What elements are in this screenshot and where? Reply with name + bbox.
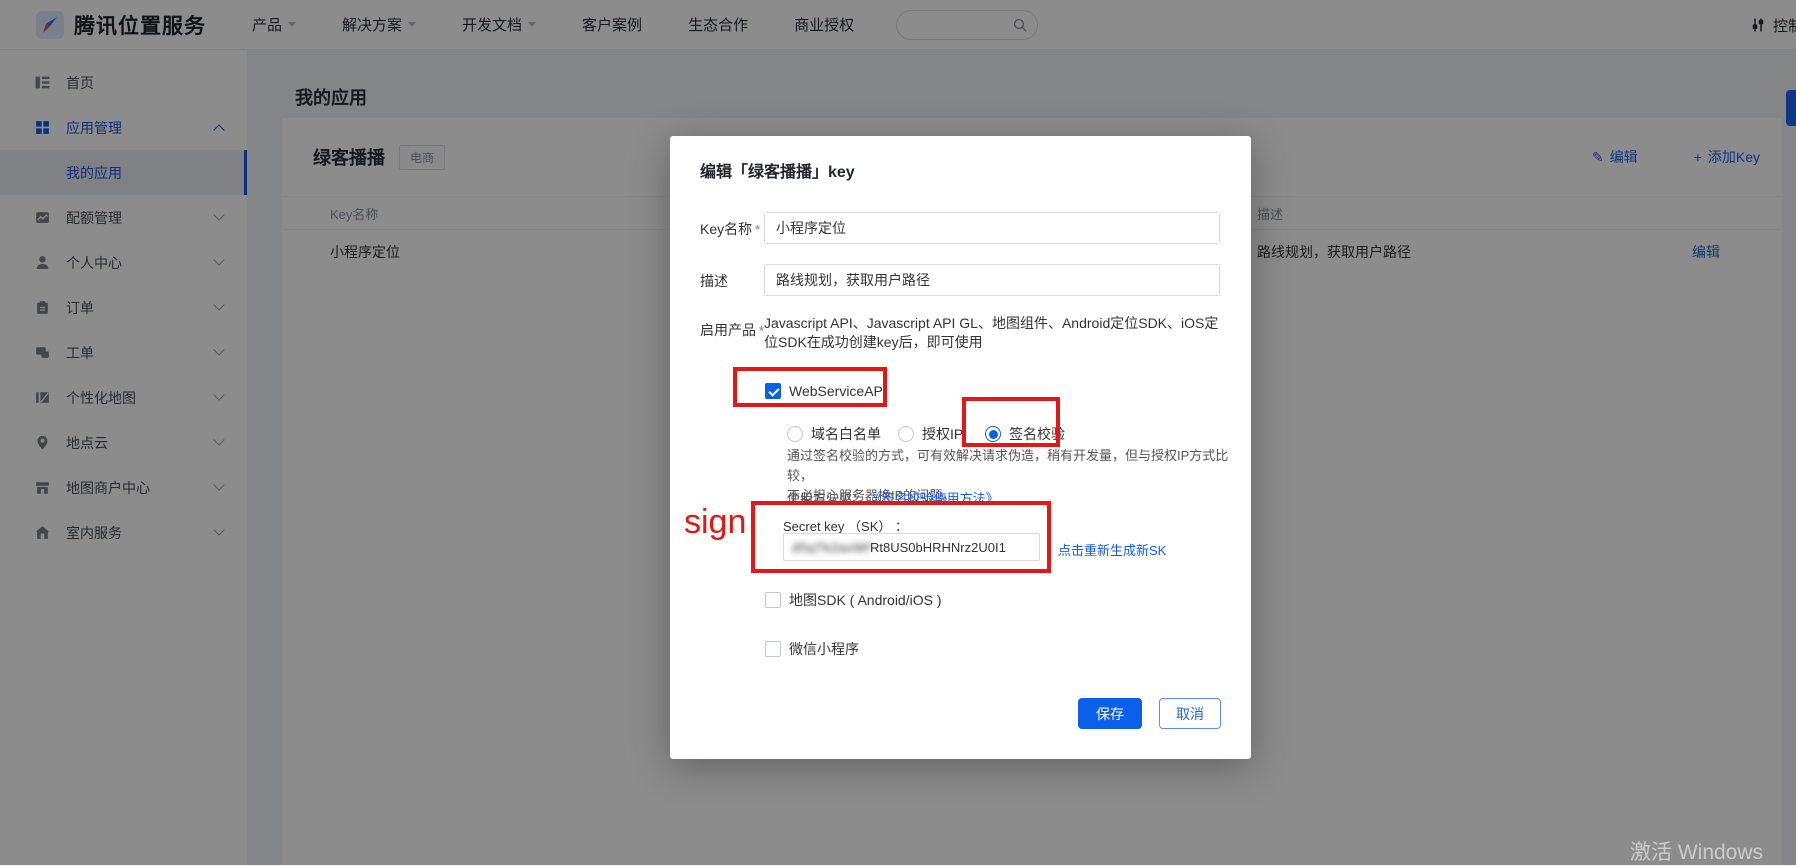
secret-key-input[interactable]: d5qTk2axWf Rt8US0bHRHNrz2U0I1 [783,533,1040,561]
products-note: Javascript API、Javascript API GL、地图组件、An… [764,314,1226,352]
description-input[interactable] [764,264,1220,296]
radio-domain-whitelist[interactable]: 域名白名单 [787,422,881,446]
modal-title: 编辑「绿客播播」key [700,158,855,182]
radio-icon[interactable] [898,426,914,442]
checkbox-unchecked-icon[interactable] [765,641,781,657]
cancel-button[interactable]: 取消 [1159,698,1221,729]
radio-selected-icon[interactable] [985,426,1001,442]
key-name-input[interactable] [764,212,1220,244]
map-sdk-checkbox-row[interactable]: 地图SDK ( Android/iOS ) [765,588,942,612]
checkbox-checked-icon[interactable] [765,383,781,399]
edit-key-modal: 编辑「绿客播播」key Key名称 描述 启用产品 Javascript API… [670,136,1251,759]
map-sdk-label: 地图SDK ( Android/iOS ) [789,590,942,610]
regenerate-sk-link[interactable]: 点击重新生成新SK [1058,540,1166,559]
radio-signature-verify[interactable]: 签名校验 [985,422,1065,446]
products-label: 启用产品 [700,320,764,340]
webservice-checkbox-row[interactable]: WebServiceAPI [765,379,887,403]
radio-authorized-ip[interactable]: 授权IP [898,422,963,446]
radio-icon[interactable] [787,426,803,442]
usage-line: 使用方法见： 《签名校验使用方法》 [787,488,999,507]
usage-method-link[interactable]: 《签名校验使用方法》 [869,491,999,506]
webservice-label: WebServiceAPI [789,383,887,399]
wechat-mini-checkbox-row[interactable]: 微信小程序 [765,637,859,661]
key-name-label: Key名称 [700,219,760,239]
secret-key-hidden-part: d5qTk2axWf [792,540,870,555]
description-label: 描述 [700,271,728,291]
save-button[interactable]: 保存 [1078,698,1142,729]
checkbox-unchecked-icon[interactable] [765,592,781,608]
secret-key-visible-part: Rt8US0bHRHNrz2U0I1 [870,540,1006,555]
sign-annotation-text: sign [684,502,746,542]
wechat-mini-label: 微信小程序 [789,639,859,659]
